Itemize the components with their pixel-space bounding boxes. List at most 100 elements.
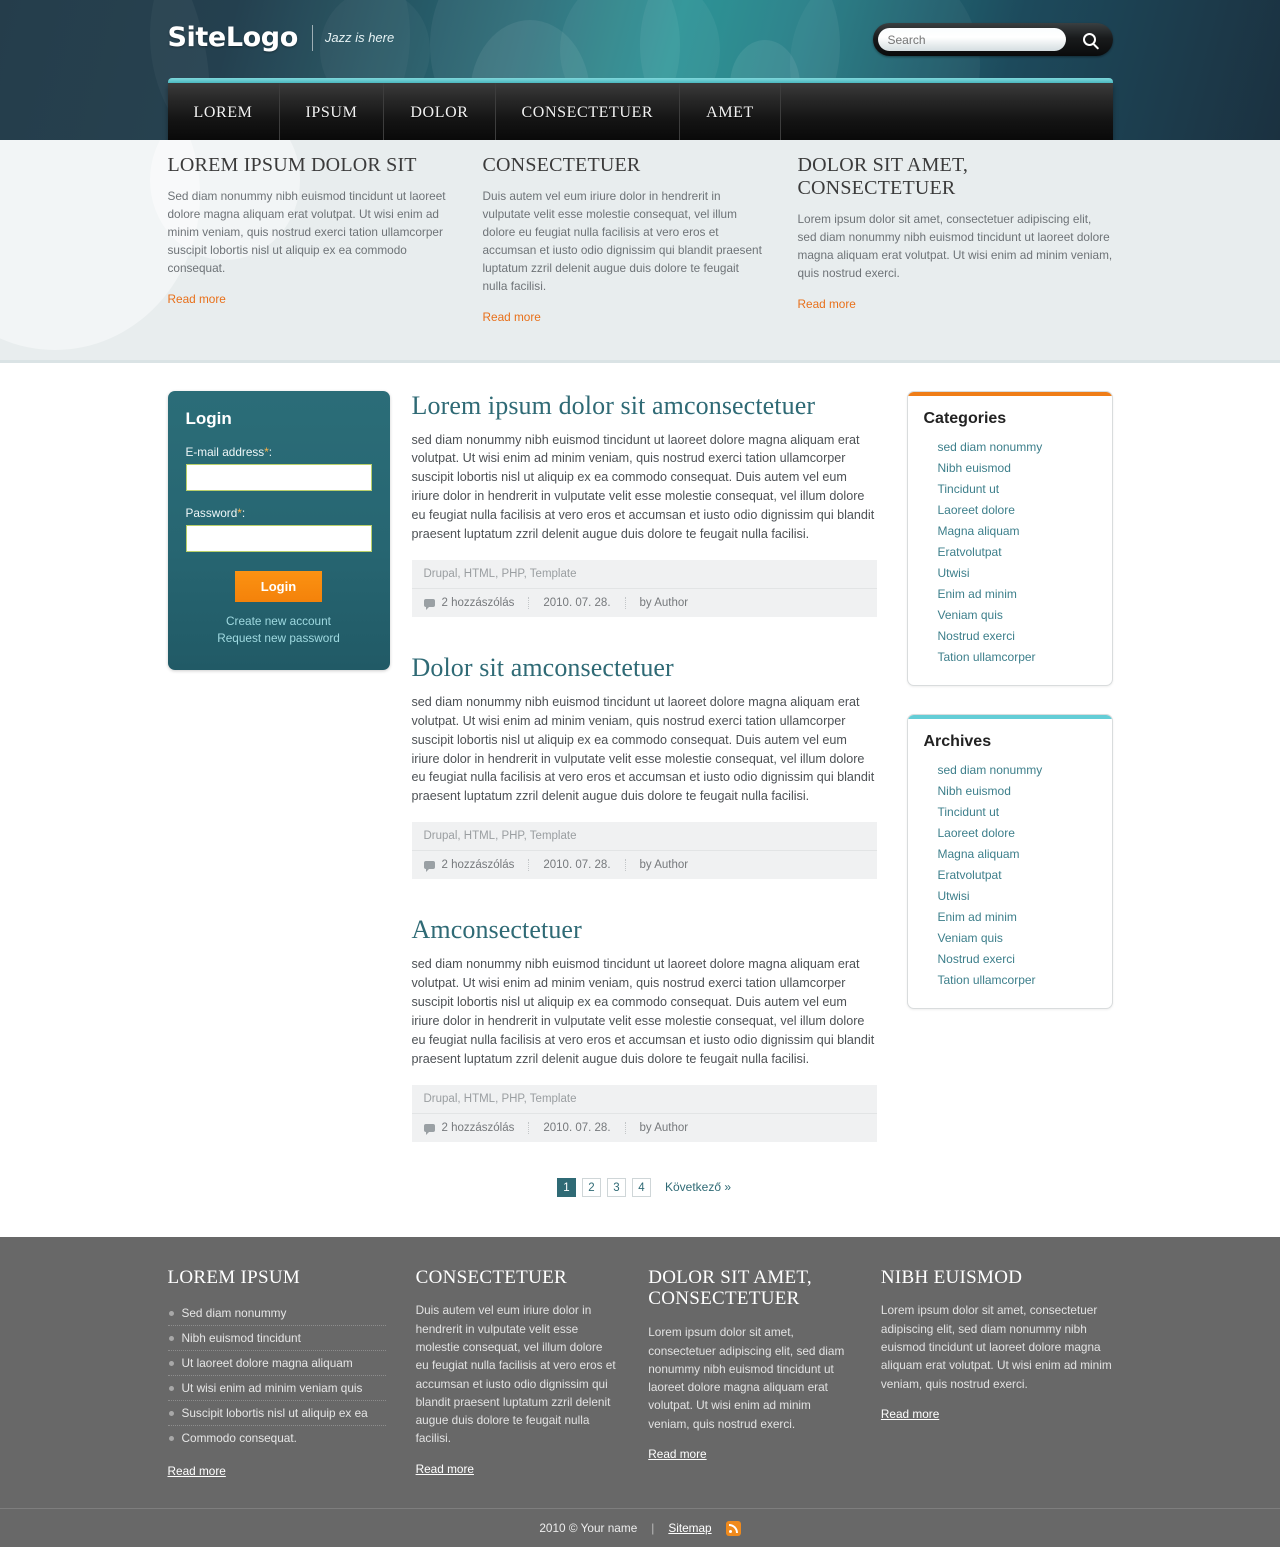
list-item: Veniam quis xyxy=(938,606,1096,624)
list-item[interactable]: Sed diam nonummy xyxy=(167,1301,386,1327)
article-comments[interactable]: 2 hozzászólás xyxy=(423,859,530,873)
archive-link[interactable]: Nibh euismod xyxy=(938,782,1096,800)
footer-column-title: DOLOR SIT AMET, CONSECTETUER xyxy=(648,1266,812,1310)
nav-item-ipsum[interactable]: IPSUM xyxy=(280,83,385,140)
list-item: sed diam nonummy xyxy=(938,438,1096,456)
rss-icon[interactable] xyxy=(725,1520,741,1536)
category-link[interactable]: Tincidunt ut xyxy=(938,480,1096,498)
article-author[interactable]: by Author xyxy=(640,859,703,871)
footer-column-title: CONSECTETUER xyxy=(415,1266,567,1288)
footer-read-more-link[interactable]: Read more xyxy=(881,1407,939,1421)
teaser-read-more-link[interactable]: Read more xyxy=(483,310,541,324)
email-input[interactable] xyxy=(185,463,372,491)
teaser-column: DOLOR SIT AMET, CONSECTETUER Lorem ipsum… xyxy=(798,154,1113,326)
request-new-password-link[interactable]: Request new password xyxy=(186,631,372,645)
article: Dolor sit amconsectetuer sed diam nonumm… xyxy=(411,653,877,880)
footer-column-consectetuer: CONSECTETUER Duis autem vel eum iriure d… xyxy=(416,1267,649,1481)
page-link-2[interactable]: 2 xyxy=(581,1177,601,1197)
category-link[interactable]: Nibh euismod xyxy=(938,459,1096,477)
article-meta: 2 hozzászólás 2010. 07. 28. by Author xyxy=(411,1113,877,1142)
next-page-link[interactable]: Következő » xyxy=(665,1180,731,1194)
nav-item-dolor[interactable]: DOLOR xyxy=(384,83,496,140)
list-item: Laoreet dolore xyxy=(938,824,1096,842)
category-link[interactable]: sed diam nonummy xyxy=(938,438,1096,456)
article-author[interactable]: by Author xyxy=(640,597,703,609)
search-box xyxy=(872,23,1113,56)
footer-read-more-link[interactable]: Read more xyxy=(416,1462,474,1476)
article-title[interactable]: Dolor sit amconsectetuer xyxy=(412,653,877,683)
teaser-read-more-link[interactable]: Read more xyxy=(798,297,856,311)
list-item[interactable]: Nibh euismod tincidunt xyxy=(167,1326,386,1352)
article-date: 2010. 07. 28. xyxy=(543,859,626,872)
nav-item-consectetuer[interactable]: CONSECTETUER xyxy=(496,83,681,140)
category-link[interactable]: Nostrud exerci xyxy=(938,627,1096,645)
page-link-4[interactable]: 4 xyxy=(631,1177,651,1197)
list-item[interactable]: Ut laoreet dolore magna aliquam xyxy=(167,1351,386,1377)
category-link[interactable]: Utwisi xyxy=(938,564,1096,582)
footer-column-nibh-euismod: NIBH EUISMOD Lorem ipsum dolor sit amet,… xyxy=(881,1267,1113,1481)
article-title[interactable]: Lorem ipsum dolor sit amconsectetuer xyxy=(412,391,877,421)
archive-link[interactable]: Utwisi xyxy=(938,887,1096,905)
categories-block: Categories sed diam nonummy Nibh euismod… xyxy=(906,390,1113,686)
main-content-area: Login E-mail address*: Password*: Login … xyxy=(0,362,1280,1237)
category-link[interactable]: Magna aliquam xyxy=(938,522,1096,540)
category-link[interactable]: Enim ad minim xyxy=(938,585,1096,603)
site-footer: LOREM IPSUM Sed diam nonummy Nibh euismo… xyxy=(0,1236,1280,1547)
password-input[interactable] xyxy=(185,524,372,552)
article: Amconsectetuer sed diam nonummy nibh eui… xyxy=(411,915,877,1142)
archive-link[interactable]: Enim ad minim xyxy=(938,908,1096,926)
category-link[interactable]: Veniam quis xyxy=(938,606,1096,624)
article-tags[interactable]: Drupal, HTML, PHP, Template xyxy=(411,559,877,589)
archive-link[interactable]: sed diam nonummy xyxy=(938,761,1096,779)
brand-divider xyxy=(311,24,313,51)
archive-link[interactable]: Eratvolutpat xyxy=(938,866,1096,884)
archive-link[interactable]: Magna aliquam xyxy=(938,845,1096,863)
archive-link[interactable]: Nostrud exerci xyxy=(938,950,1096,968)
search-input[interactable] xyxy=(877,28,1066,51)
create-new-account-link[interactable]: Create new account xyxy=(186,614,372,628)
category-link[interactable]: Laoreet dolore xyxy=(938,501,1096,519)
archive-link[interactable]: Veniam quis xyxy=(938,929,1096,947)
teaser-container: LOREM IPSUM DOLOR SIT Sed diam nonummy n… xyxy=(168,154,1113,326)
footer-read-more-link[interactable]: Read more xyxy=(168,1464,226,1478)
list-item[interactable]: Commodo consequat. xyxy=(168,1426,386,1450)
footer-column-lorem-ipsum: LOREM IPSUM Sed diam nonummy Nibh euismo… xyxy=(167,1266,416,1481)
footer-read-more-link[interactable]: Read more xyxy=(648,1447,706,1461)
article-tags[interactable]: Drupal, HTML, PHP, Template xyxy=(411,1084,877,1114)
brand: SiteLogo Jazz is here xyxy=(168,22,395,53)
nav-item-lorem[interactable]: LOREM xyxy=(168,83,280,140)
teaser-band: LOREM IPSUM DOLOR SIT Sed diam nonummy n… xyxy=(0,140,1280,363)
sitemap-link[interactable]: Sitemap xyxy=(668,1521,711,1535)
archive-link[interactable]: Laoreet dolore xyxy=(938,824,1096,842)
list-item: Laoreet dolore xyxy=(938,501,1096,519)
list-item: Utwisi xyxy=(938,887,1096,905)
search-button[interactable] xyxy=(1066,23,1113,56)
article-comments-text: 2 hozzászólás xyxy=(441,596,515,609)
article-comments[interactable]: 2 hozzászólás xyxy=(423,1121,530,1135)
category-link[interactable]: Tation ullamcorper xyxy=(938,648,1096,666)
list-item[interactable]: Ut wisi enim ad minim veniam quis xyxy=(167,1376,386,1402)
article-title[interactable]: Amconsectetuer xyxy=(412,915,877,945)
article-author[interactable]: by Author xyxy=(640,1122,703,1134)
teaser-column: LOREM IPSUM DOLOR SIT Sed diam nonummy n… xyxy=(168,154,483,326)
header-container: SiteLogo Jazz is here LOREM IPSUM DOLOR … xyxy=(167,0,1113,140)
page-link-1[interactable]: 1 xyxy=(556,1177,576,1197)
category-link[interactable]: Eratvolutpat xyxy=(938,543,1096,561)
teaser-read-more-link[interactable]: Read more xyxy=(168,292,226,306)
archives-block: Archives sed diam nonummy Nibh euismod T… xyxy=(906,713,1113,1009)
footer-column-title: LOREM IPSUM xyxy=(167,1266,301,1288)
login-submit-button[interactable]: Login xyxy=(234,570,323,602)
nav-item-amet[interactable]: AMET xyxy=(680,83,781,140)
article-meta: 2 hozzászólás 2010. 07. 28. by Author xyxy=(411,588,877,617)
archive-link[interactable]: Tation ullamcorper xyxy=(938,971,1096,989)
site-logo[interactable]: SiteLogo xyxy=(168,22,299,53)
archive-link[interactable]: Tincidunt ut xyxy=(938,803,1096,821)
page-link-3[interactable]: 3 xyxy=(606,1177,626,1197)
search-icon xyxy=(1082,33,1096,46)
article-body: sed diam nonummy nibh euismod tincidunt … xyxy=(411,957,875,1066)
article-tags[interactable]: Drupal, HTML, PHP, Template xyxy=(411,822,877,852)
article-comments[interactable]: 2 hozzászólás xyxy=(423,596,530,610)
list-item[interactable]: Suscipit lobortis nisl ut aliquip ex ea xyxy=(167,1401,386,1427)
footer-column-title: NIBH EUISMOD xyxy=(880,1266,1023,1288)
password-field-label: Password*: xyxy=(186,506,372,520)
